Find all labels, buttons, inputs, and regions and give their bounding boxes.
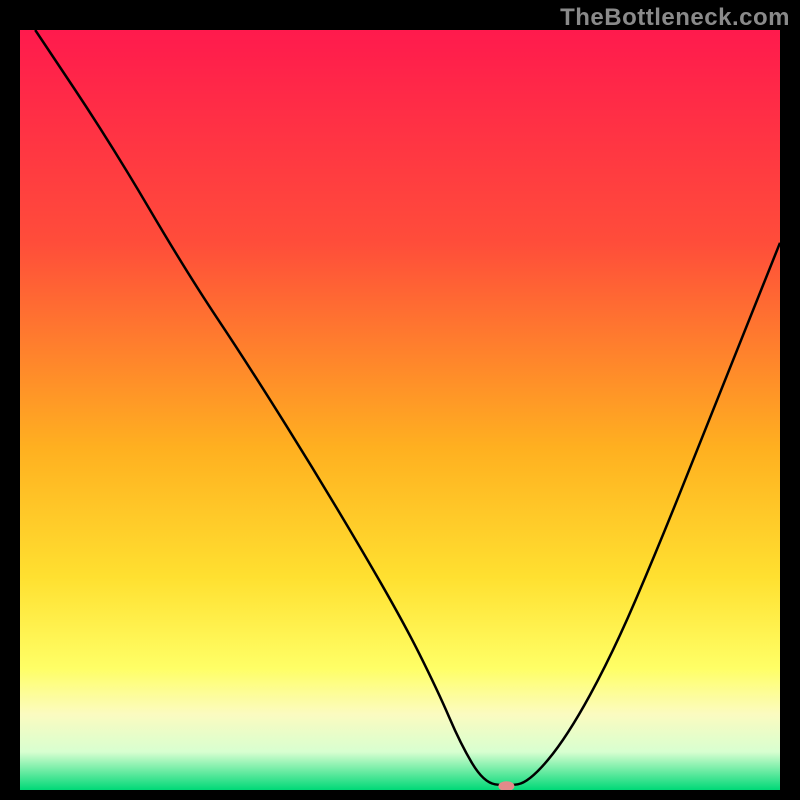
bottleneck-chart: [20, 30, 780, 790]
gradient-background: [20, 30, 780, 790]
watermark-label: TheBottleneck.com: [560, 4, 790, 32]
chart-frame: [20, 30, 780, 790]
